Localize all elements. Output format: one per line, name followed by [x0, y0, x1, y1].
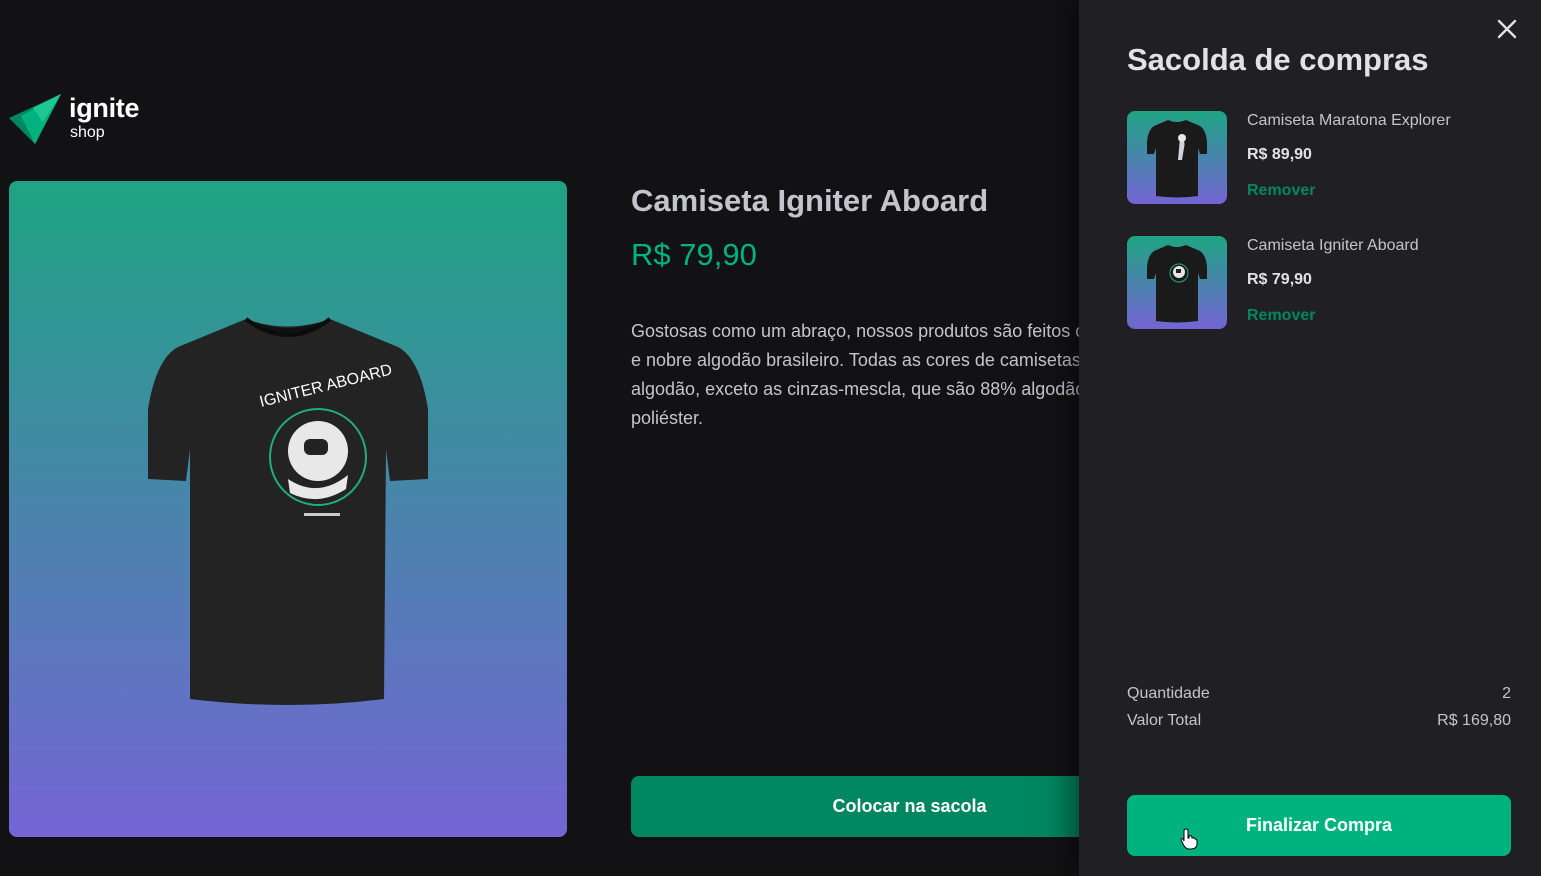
brand-logo[interactable]: ignite shop — [9, 92, 140, 146]
logo-icon — [9, 94, 61, 144]
cart-item-price: R$ 89,90 — [1247, 146, 1312, 163]
brand-name: ignite — [69, 93, 140, 123]
cart-list: Camiseta Maratona Explorer R$ 89,90 Remo… — [1127, 111, 1511, 361]
add-to-bag-button[interactable]: Colocar na sacola — [631, 776, 1079, 837]
hand-cursor-icon — [1180, 828, 1198, 850]
quantity-label: Quantidade — [1127, 685, 1210, 702]
cart-title: Sacolda de compras — [1127, 42, 1429, 77]
product-price: R$ 79,90 — [631, 237, 757, 272]
total-label: Valor Total — [1127, 712, 1202, 729]
total-row: Valor Total R$ 169,80 — [1127, 711, 1511, 731]
product-details: Camiseta Igniter Aboard R$ 79,90 Gostosa… — [631, 181, 1079, 837]
tshirt-thumbnail-icon — [1147, 244, 1207, 322]
cart-item-thumbnail — [1127, 111, 1227, 204]
cart-item: Camiseta Igniter Aboard R$ 79,90 Remover — [1127, 236, 1511, 329]
quantity-row: Quantidade 2 — [1127, 684, 1511, 704]
tshirt-thumbnail-icon — [1147, 119, 1207, 197]
cart-summary: Quantidade 2 Valor Total R$ 169,80 — [1127, 684, 1511, 738]
product-page: ignite shop IGNITER ABOARD Camiseta Igni… — [0, 0, 1541, 876]
product-image-container: IGNITER ABOARD — [9, 181, 567, 837]
cart-item: Camiseta Maratona Explorer R$ 89,90 Remo… — [1127, 111, 1511, 204]
close-icon[interactable] — [1495, 17, 1519, 41]
shopping-bag-sidebar: Sacolda de compras Camiseta Maratona Exp… — [1079, 0, 1541, 876]
total-value: R$ 169,80 — [1437, 712, 1511, 729]
product-description: Gostosas como um abraço, nossos produtos… — [631, 321, 1079, 428]
remove-item-button[interactable]: Remover — [1247, 306, 1315, 326]
cart-item-name: Camiseta Maratona Explorer — [1247, 112, 1451, 129]
quantity-value: 2 — [1502, 685, 1511, 702]
product-title: Camiseta Igniter Aboard — [631, 183, 989, 218]
cart-item-price: R$ 79,90 — [1247, 271, 1312, 288]
brand-tagline: shop — [70, 124, 105, 141]
cart-item-name: Camiseta Igniter Aboard — [1247, 237, 1419, 254]
cart-item-thumbnail — [1127, 236, 1227, 329]
remove-item-button[interactable]: Remover — [1247, 181, 1315, 201]
tshirt-image: IGNITER ABOARD — [148, 317, 428, 705]
